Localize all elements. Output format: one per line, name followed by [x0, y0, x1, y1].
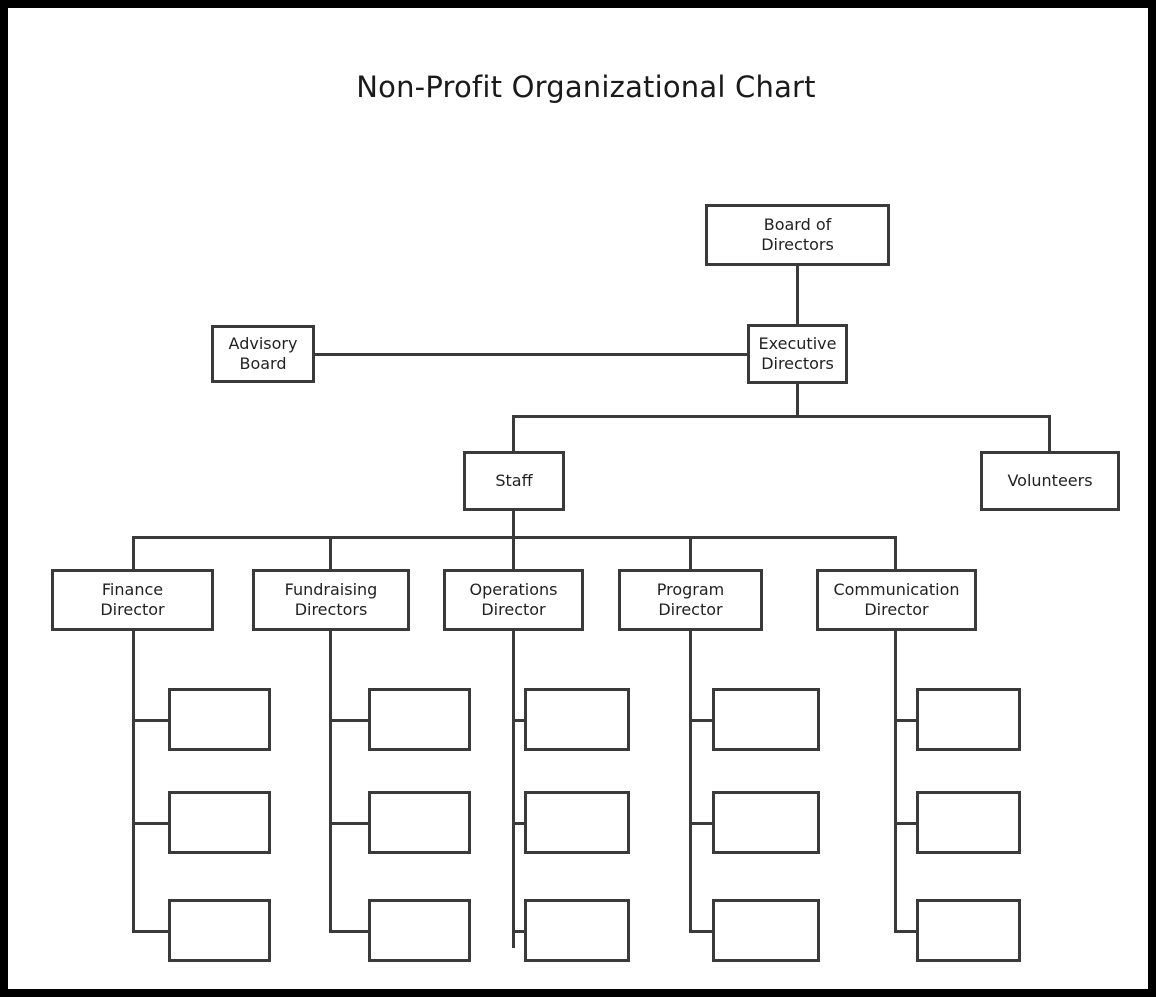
- edge-stub-finance-2: [132, 822, 170, 825]
- edge-executive-drop: [796, 384, 799, 418]
- edge-communication-trunk: [894, 630, 897, 933]
- edge-program-trunk: [689, 630, 692, 933]
- edge-advisory-to-executive: [314, 353, 750, 356]
- node-program-child-1[interactable]: [712, 688, 820, 751]
- edge-bus-to-program: [689, 536, 692, 570]
- node-executive-directors-label: Executive Directors: [758, 333, 837, 373]
- node-board-of-directors[interactable]: Board of Directors: [705, 204, 890, 266]
- edge-staff-drop: [512, 510, 515, 538]
- edge-board-to-executive: [796, 266, 799, 326]
- edge-stub-program-2: [689, 822, 714, 825]
- edge-stub-fundraising-3: [329, 930, 370, 933]
- edge-stub-finance-1: [132, 719, 170, 722]
- node-communication-director[interactable]: Communication Director: [816, 569, 977, 631]
- node-program-director[interactable]: Program Director: [618, 569, 763, 631]
- node-advisory-board-label: Advisory Board: [228, 333, 298, 373]
- edge-executive-bus: [512, 415, 1050, 418]
- edge-stub-program-1: [689, 719, 714, 722]
- node-finance-director-label: Finance Director: [100, 579, 165, 619]
- edge-stub-program-3: [689, 930, 714, 933]
- org-chart-canvas: Non-Profit Organizational Chart Board of…: [0, 0, 1156, 997]
- node-staff-label: Staff: [495, 470, 533, 490]
- edge-bus-to-fundraising: [329, 536, 332, 570]
- node-fundraising-directors-label: Fundraising Directors: [284, 579, 378, 619]
- node-volunteers[interactable]: Volunteers: [980, 451, 1120, 511]
- edge-bus-to-operations: [512, 536, 515, 570]
- node-board-of-directors-label: Board of Directors: [761, 214, 834, 254]
- node-operations-director[interactable]: Operations Director: [443, 569, 584, 631]
- edge-stub-fundraising-2: [329, 822, 370, 825]
- node-communication-child-2[interactable]: [916, 791, 1021, 854]
- node-fundraising-directors[interactable]: Fundraising Directors: [252, 569, 410, 631]
- node-finance-child-2[interactable]: [168, 791, 271, 854]
- node-communication-child-3[interactable]: [916, 899, 1021, 962]
- node-fundraising-child-3[interactable]: [368, 899, 471, 962]
- node-advisory-board[interactable]: Advisory Board: [211, 325, 315, 383]
- node-executive-directors[interactable]: Executive Directors: [747, 324, 848, 384]
- node-operations-child-3[interactable]: [524, 899, 630, 962]
- edge-fundraising-trunk: [329, 630, 332, 933]
- node-operations-child-2[interactable]: [524, 791, 630, 854]
- node-fundraising-child-1[interactable]: [368, 688, 471, 751]
- node-finance-director[interactable]: Finance Director: [51, 569, 214, 631]
- edge-finance-trunk: [132, 630, 135, 933]
- node-communication-child-1[interactable]: [916, 688, 1021, 751]
- node-program-child-2[interactable]: [712, 791, 820, 854]
- edge-stub-finance-3: [132, 930, 170, 933]
- edge-operations-trunk: [512, 630, 515, 948]
- node-finance-child-3[interactable]: [168, 899, 271, 962]
- node-staff[interactable]: Staff: [463, 451, 565, 511]
- page-title: Non-Profit Organizational Chart: [356, 70, 816, 104]
- edge-bus-to-staff: [512, 415, 515, 452]
- node-finance-child-1[interactable]: [168, 688, 271, 751]
- node-volunteers-label: Volunteers: [1007, 470, 1093, 490]
- edge-bus-to-communication: [894, 536, 897, 570]
- node-operations-child-1[interactable]: [524, 688, 630, 751]
- edge-bus-to-volunteers: [1048, 415, 1051, 452]
- node-operations-director-label: Operations Director: [469, 579, 558, 619]
- node-communication-director-label: Communication Director: [833, 579, 960, 619]
- node-program-director-label: Program Director: [656, 579, 725, 619]
- node-program-child-3[interactable]: [712, 899, 820, 962]
- edge-stub-fundraising-1: [329, 719, 370, 722]
- node-fundraising-child-2[interactable]: [368, 791, 471, 854]
- edge-bus-to-finance: [132, 536, 135, 570]
